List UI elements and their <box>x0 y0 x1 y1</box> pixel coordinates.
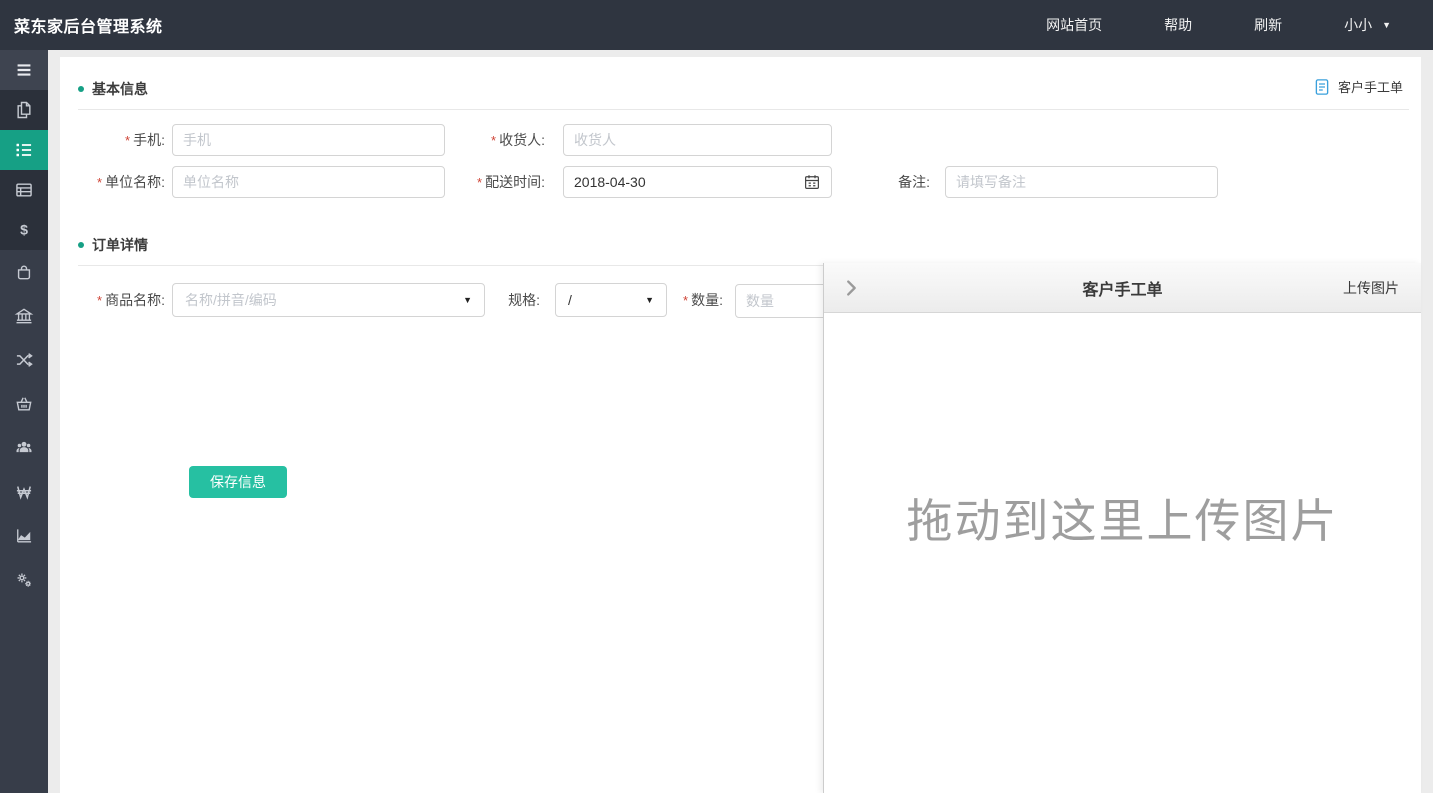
preview-panel-title: 客户手工单 <box>1082 276 1162 300</box>
order-detail-section-title: 订单详情 <box>78 235 148 255</box>
caret-down-icon: ▼ <box>645 296 654 305</box>
nav-help[interactable]: 帮助 <box>1164 15 1192 35</box>
preview-panel-header: 客户手工单 上传图片 <box>824 263 1421 313</box>
required-mark: * <box>97 175 102 190</box>
app-title: 菜东家后台管理系统 <box>0 13 163 37</box>
bag-icon <box>14 262 34 282</box>
unit-name-input[interactable] <box>172 166 445 198</box>
dollar-icon: $ <box>14 220 34 240</box>
sidebar-item-menu[interactable] <box>0 50 48 90</box>
remark-input[interactable] <box>945 166 1218 198</box>
phone-label: *手机: <box>60 124 165 157</box>
sidebar-item-table[interactable] <box>0 170 48 210</box>
ordered-list-icon <box>14 140 34 160</box>
sidebar-item-settings[interactable] <box>0 558 48 602</box>
sidebar-item-chart[interactable] <box>0 514 48 558</box>
gears-icon <box>14 570 34 590</box>
caret-down-icon: ▼ <box>463 296 472 305</box>
documents-icon <box>14 100 34 120</box>
drop-hint-text: 拖动到这里上传图片 <box>824 485 1421 551</box>
manual-order-preview-panel: 客户手工单 上传图片 拖动到这里上传图片 <box>823 263 1421 793</box>
product-name-label: *商品名称: <box>60 283 165 318</box>
manual-order-link-label: 客户手工单 <box>1338 77 1403 96</box>
image-drop-zone[interactable]: 拖动到这里上传图片 <box>824 313 1421 793</box>
collapse-panel-button[interactable] <box>840 277 862 299</box>
topbar-nav: 网站首页 帮助 刷新 小小 ▼ <box>1046 15 1433 35</box>
calendar-icon <box>803 173 821 191</box>
document-icon <box>1313 78 1331 96</box>
sidebar-item-bank[interactable] <box>0 294 48 338</box>
chart-icon <box>14 526 34 546</box>
spec-select[interactable]: / ▼ <box>555 283 667 317</box>
product-select-placeholder: 名称/拼音/编码 <box>185 290 277 310</box>
delivery-time-label: *配送时间: <box>445 166 545 199</box>
sidebar: $ <box>0 50 48 793</box>
remark-label: 备注: <box>830 166 930 198</box>
sidebar-item-users[interactable] <box>0 426 48 470</box>
sidebar-item-bag[interactable] <box>0 250 48 294</box>
basic-info-section-title: 基本信息 <box>78 79 148 99</box>
table-icon <box>14 180 34 200</box>
spec-label: 规格: <box>485 283 540 317</box>
svg-text:$: $ <box>20 223 28 239</box>
phone-input[interactable] <box>172 124 445 156</box>
required-mark: * <box>125 133 130 148</box>
won-icon <box>14 482 34 502</box>
sidebar-item-documents[interactable] <box>0 90 48 130</box>
required-mark: * <box>683 293 688 308</box>
bank-icon <box>14 306 34 326</box>
basket-icon <box>14 394 34 414</box>
caret-down-icon: ▼ <box>1382 21 1391 30</box>
required-mark: * <box>97 293 102 308</box>
section-title-text: 基本信息 <box>92 79 148 99</box>
section-title-text: 订单详情 <box>92 235 148 255</box>
save-button[interactable]: 保存信息 <box>189 466 287 498</box>
required-mark: * <box>491 133 496 148</box>
quantity-label: *数量: <box>660 283 723 318</box>
nav-refresh[interactable]: 刷新 <box>1254 15 1282 35</box>
username: 小小 <box>1344 15 1372 35</box>
sidebar-item-shuffle[interactable] <box>0 338 48 382</box>
upload-image-button[interactable]: 上传图片 <box>1343 278 1399 298</box>
spec-select-value: / <box>568 292 572 308</box>
topbar: 菜东家后台管理系统 网站首页 帮助 刷新 小小 ▼ <box>0 0 1433 50</box>
sidebar-item-finance[interactable]: $ <box>0 210 48 250</box>
sidebar-item-basket[interactable] <box>0 382 48 426</box>
consignee-input[interactable] <box>563 124 832 156</box>
delivery-date-input[interactable]: 2018-04-30 <box>563 166 832 198</box>
nav-site-home[interactable]: 网站首页 <box>1046 15 1102 35</box>
divider <box>78 109 1409 110</box>
unit-name-label: *单位名称: <box>60 166 165 199</box>
menu-icon <box>13 59 35 81</box>
section-bullet-icon <box>78 86 84 92</box>
product-name-select[interactable]: 名称/拼音/编码 ▼ <box>172 283 485 317</box>
users-icon <box>14 438 34 458</box>
shuffle-icon <box>14 350 34 370</box>
required-mark: * <box>477 175 482 190</box>
sidebar-item-order-list[interactable] <box>0 130 48 170</box>
sidebar-item-won[interactable] <box>0 470 48 514</box>
section-bullet-icon <box>78 242 84 248</box>
manual-order-link[interactable]: 客户手工单 <box>1313 77 1403 96</box>
delivery-date-value: 2018-04-30 <box>574 174 646 190</box>
chevron-right-icon <box>840 277 862 299</box>
consignee-label: *收货人: <box>445 124 545 157</box>
user-menu[interactable]: 小小 ▼ <box>1344 15 1391 35</box>
